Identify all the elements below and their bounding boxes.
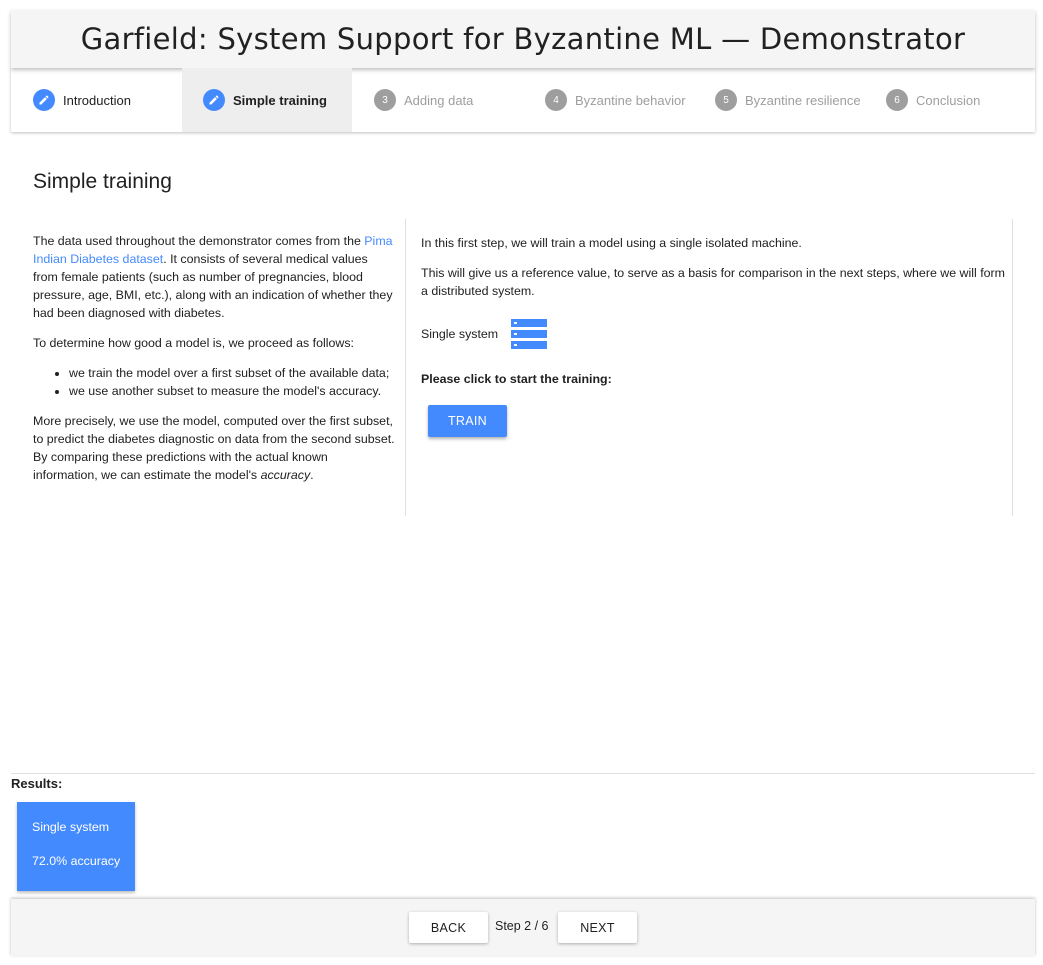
app-header: Garfield: System Support for Byzantine M…	[11, 10, 1035, 68]
procedure-list: we train the model over a first subset o…	[69, 364, 395, 400]
step-introduction[interactable]: Introduction	[33, 68, 131, 132]
dataset-paragraph: The data used throughout the demonstrato…	[33, 232, 395, 322]
step-byzantine-behavior[interactable]: 4 Byzantine behavior	[545, 68, 686, 132]
footer-nav: BACK Step 2 / 6 NEXT	[11, 899, 1035, 956]
step-number-badge: 4	[545, 89, 567, 111]
paragraph-text: More precisely, we use the model, comput…	[33, 414, 395, 482]
procedure-paragraph: To determine how good a model is, we pro…	[33, 336, 354, 350]
train-prompt: Please click to start the training:	[421, 372, 612, 386]
results-label: Results:	[11, 776, 63, 791]
back-button[interactable]: BACK	[409, 912, 488, 943]
paragraph-text: The data used throughout the demonstrato…	[33, 234, 365, 248]
section-title: Simple training	[33, 170, 172, 193]
step-adding-data[interactable]: 3 Adding data	[374, 68, 473, 132]
paragraph-text: .	[310, 468, 314, 482]
result-card: Single system 72.0% accuracy	[17, 802, 135, 891]
single-system-row: Single system	[421, 318, 1006, 350]
next-button[interactable]: NEXT	[558, 912, 637, 943]
step-label: Adding data	[404, 92, 474, 108]
step-label: Byzantine behavior	[575, 92, 686, 108]
step-byzantine-resilience[interactable]: 5 Byzantine resilience	[715, 68, 861, 132]
explanation-column: The data used throughout the demonstrato…	[33, 232, 395, 496]
list-item: we train the model over a first subset o…	[69, 364, 395, 382]
accuracy-paragraph: More precisely, we use the model, comput…	[33, 412, 395, 484]
intro-paragraph: In this first step, we will train a mode…	[421, 236, 802, 250]
step-number-badge: 5	[715, 89, 737, 111]
column-divider	[1012, 219, 1013, 516]
step-simple-training[interactable]: Simple training	[182, 68, 352, 132]
step-label: Byzantine resilience	[745, 92, 861, 108]
step-label: Simple training	[233, 92, 327, 108]
pencil-icon	[33, 89, 55, 111]
results-divider	[11, 773, 1035, 774]
pencil-icon	[203, 89, 225, 111]
stepper	[11, 68, 1035, 132]
step-number-badge: 6	[886, 89, 908, 111]
result-accuracy: 72.0% accuracy	[32, 854, 121, 868]
step-label: Conclusion	[916, 92, 981, 108]
training-column: In this first step, we will train a mode…	[421, 234, 1006, 400]
step-conclusion[interactable]: 6 Conclusion	[886, 68, 980, 132]
step-number-badge: 3	[374, 89, 396, 111]
train-button[interactable]: TRAIN	[428, 405, 507, 437]
step-label: Introduction	[63, 92, 131, 108]
list-item: we use another subset to measure the mod…	[69, 382, 395, 400]
server-stack-icon	[510, 318, 548, 350]
emphasis-text: accuracy	[260, 468, 311, 482]
column-divider	[405, 219, 406, 516]
result-name: Single system	[32, 820, 110, 834]
reference-paragraph: This will give us a reference value, to …	[421, 266, 1005, 298]
single-system-label: Single system	[421, 327, 499, 341]
step-counter: Step 2 / 6	[495, 919, 549, 933]
page-heading: Garfield: System Support for Byzantine M…	[80, 22, 966, 56]
